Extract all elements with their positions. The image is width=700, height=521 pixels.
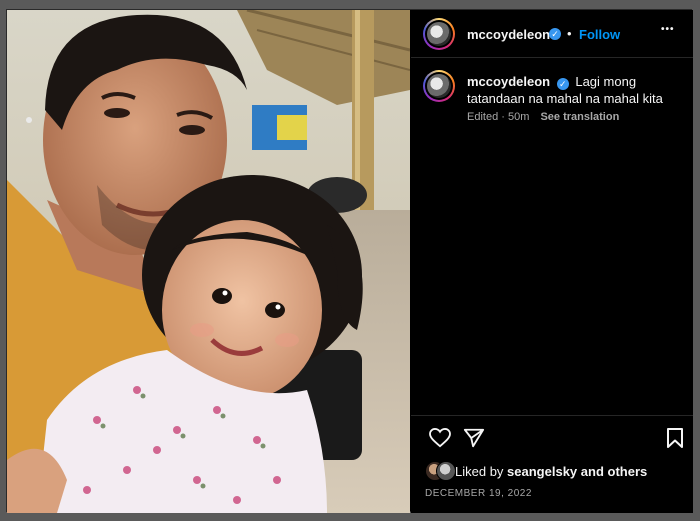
author-username[interactable]: mccoydeleon [467,27,550,42]
more-options-icon[interactable]: ••• [661,24,675,35]
post-footer-divider [411,415,693,416]
post-modal: mccoydeleon ✓ • Follow ••• mccoydeleon ✓… [6,9,693,513]
liked-by-suffix[interactable]: and others [581,464,647,479]
liked-by-prefix: Liked by [455,464,504,479]
post-caption: mccoydeleon ✓ Lagi mong tatandaan na mah… [467,73,677,107]
liker-avatar-2[interactable] [436,461,456,481]
caption-meta: Edited · 50m See translation [467,111,619,123]
edited-label: Edited · 50m [467,111,530,123]
bookmark-icon[interactable] [667,428,683,448]
liked-by-text: Liked by seangelsky and others [455,464,647,479]
post-date: DECEMBER 19, 2022 [425,488,532,499]
heart-icon[interactable] [429,428,451,448]
caption-verified-icon: ✓ [556,78,569,90]
liked-by-user[interactable]: seangelsky [507,464,577,479]
caption-username[interactable]: mccoydeleon [467,74,550,89]
post-header: mccoydeleon ✓ • Follow ••• [411,10,693,58]
verified-badge-icon: ✓ [549,28,561,40]
paper-plane-icon[interactable] [463,427,485,449]
post-photo[interactable] [7,10,410,513]
header-separator: • [567,26,572,41]
caption-avatar[interactable] [423,70,455,102]
see-translation-link[interactable]: See translation [540,111,619,123]
author-avatar[interactable] [423,18,455,50]
post-side-panel: mccoydeleon ✓ • Follow ••• mccoydeleon ✓… [411,10,693,513]
follow-button[interactable]: Follow [579,27,620,42]
